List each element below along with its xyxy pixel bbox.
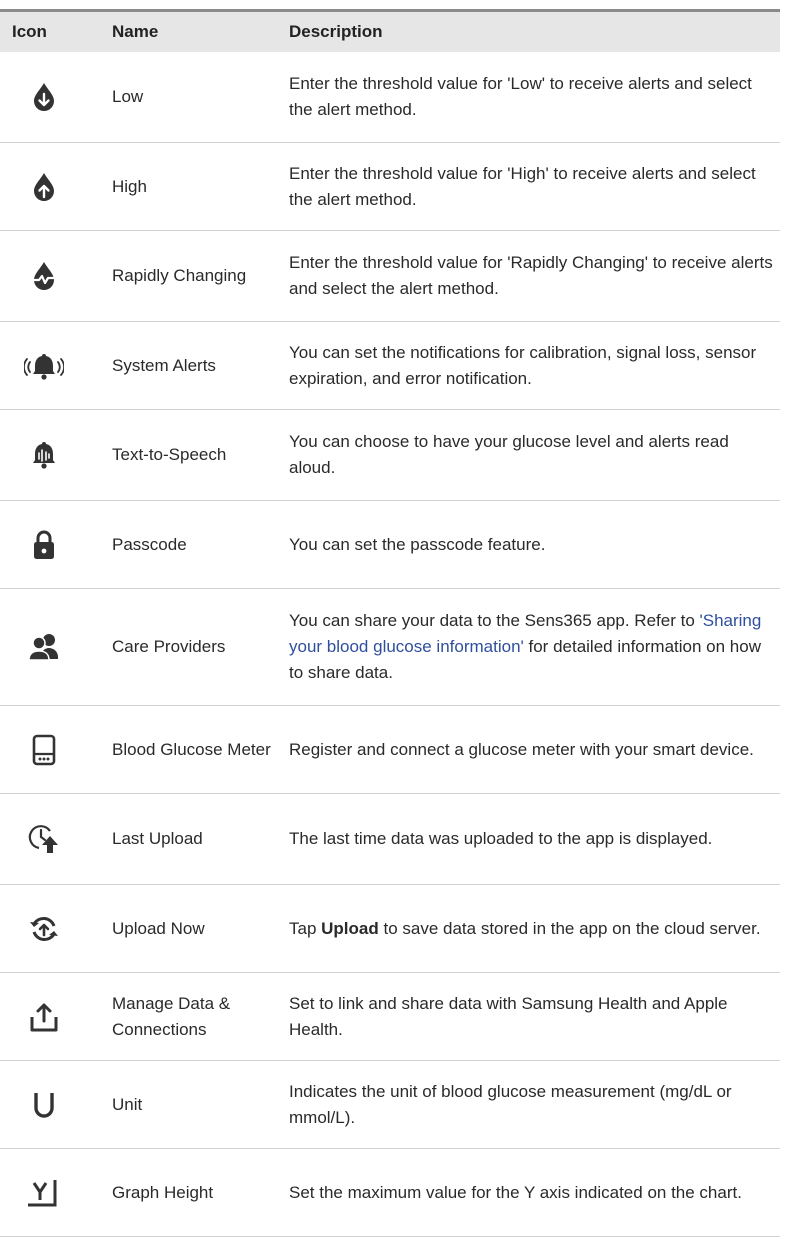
- people-icon: [0, 633, 88, 661]
- row-name: Rapidly Changing: [112, 266, 247, 285]
- table-row: Last Upload The last time data was uploa…: [0, 794, 780, 885]
- row-name: Low: [112, 87, 144, 106]
- glucose-meter-icon: [0, 734, 88, 766]
- share-upload-icon: [0, 1001, 88, 1033]
- speaking-bell-icon: [0, 440, 88, 470]
- table-row: Blood Glucose Meter Register and connect…: [0, 706, 780, 794]
- y-axis-icon: [0, 1178, 88, 1208]
- ringing-bell-icon: [0, 351, 88, 381]
- row-name: Blood Glucose Meter: [112, 739, 271, 759]
- table-row: System Alerts You can set the notificati…: [0, 322, 780, 410]
- row-description: Enter the threshold value for 'Rapidly C…: [289, 253, 773, 298]
- drop-pulse-icon: [0, 261, 88, 291]
- row-description: Register and connect a glucose meter wit…: [289, 739, 754, 759]
- desc-text: Tap: [289, 918, 322, 938]
- row-name: System Alerts: [112, 355, 216, 375]
- row-description: You can set the passcode feature.: [289, 534, 546, 554]
- header-icon: Icon: [12, 22, 47, 41]
- table-row: Graph Height Set the maximum value for t…: [0, 1149, 780, 1237]
- row-description: Enter the threshold value for 'High' to …: [289, 163, 756, 209]
- clock-upload-icon: [0, 823, 88, 855]
- table-row: Manage Data & Connections Set to link an…: [0, 973, 780, 1061]
- row-description: Set the maximum value for the Y axis ind…: [289, 1182, 742, 1202]
- header-description: Description: [289, 22, 383, 41]
- sync-icon: [0, 913, 88, 945]
- table-row: Unit Indicates the unit of blood glucose…: [0, 1061, 780, 1149]
- row-name: Text-to-Speech: [112, 445, 227, 464]
- table-row: Low Enter the threshold value for 'Low' …: [0, 52, 780, 143]
- table-row: Passcode You can set the passcode featur…: [0, 501, 780, 589]
- row-description: Enter the threshold value for 'Low' to r…: [289, 74, 752, 119]
- unit-u-icon: [0, 1091, 88, 1119]
- header-name: Name: [112, 22, 159, 41]
- desc-text: to save data stored in the app on the cl…: [378, 918, 761, 938]
- row-name: Manage Data & Connections: [112, 993, 231, 1039]
- table-row: Text-to-Speech You can choose to have yo…: [0, 410, 780, 501]
- drop-up-arrow-icon: [0, 172, 88, 202]
- desc-text: You can share your data to the Sens365 a…: [289, 611, 700, 630]
- table-row: Care Providers You can share your data t…: [0, 589, 780, 706]
- row-name: Upload Now: [112, 918, 205, 938]
- row-description: You can share your data to the Sens365 a…: [289, 608, 780, 686]
- table-row: Upload Now Tap Upload to save data store…: [0, 885, 780, 973]
- row-description: The last time data was uploaded to the a…: [289, 829, 713, 848]
- table-header: Icon Name Description: [0, 12, 780, 52]
- settings-table: Icon Name Description Low Enter the thre…: [0, 9, 780, 1237]
- row-description: You can set the notifications for calibr…: [289, 342, 757, 388]
- row-name: Graph Height: [112, 1182, 214, 1202]
- row-name: Passcode: [112, 534, 187, 554]
- table-row: Rapidly Changing Enter the threshold val…: [0, 231, 780, 322]
- drop-down-arrow-icon: [0, 82, 88, 112]
- row-description: You can choose to have your glucose leve…: [289, 432, 729, 477]
- row-description: Tap Upload to save data stored in the ap…: [289, 916, 780, 942]
- table-row: High Enter the threshold value for 'High…: [0, 143, 780, 231]
- row-name: Care Providers: [112, 637, 226, 656]
- row-description: Indicates the unit of blood glucose meas…: [289, 1081, 732, 1127]
- row-name: High: [112, 176, 147, 196]
- row-name: Unit: [112, 1094, 143, 1114]
- row-description: Set to link and share data with Samsung …: [289, 993, 728, 1039]
- row-name: Last Upload: [112, 829, 203, 848]
- upload-term: Upload: [321, 918, 379, 938]
- lock-icon: [0, 529, 88, 561]
